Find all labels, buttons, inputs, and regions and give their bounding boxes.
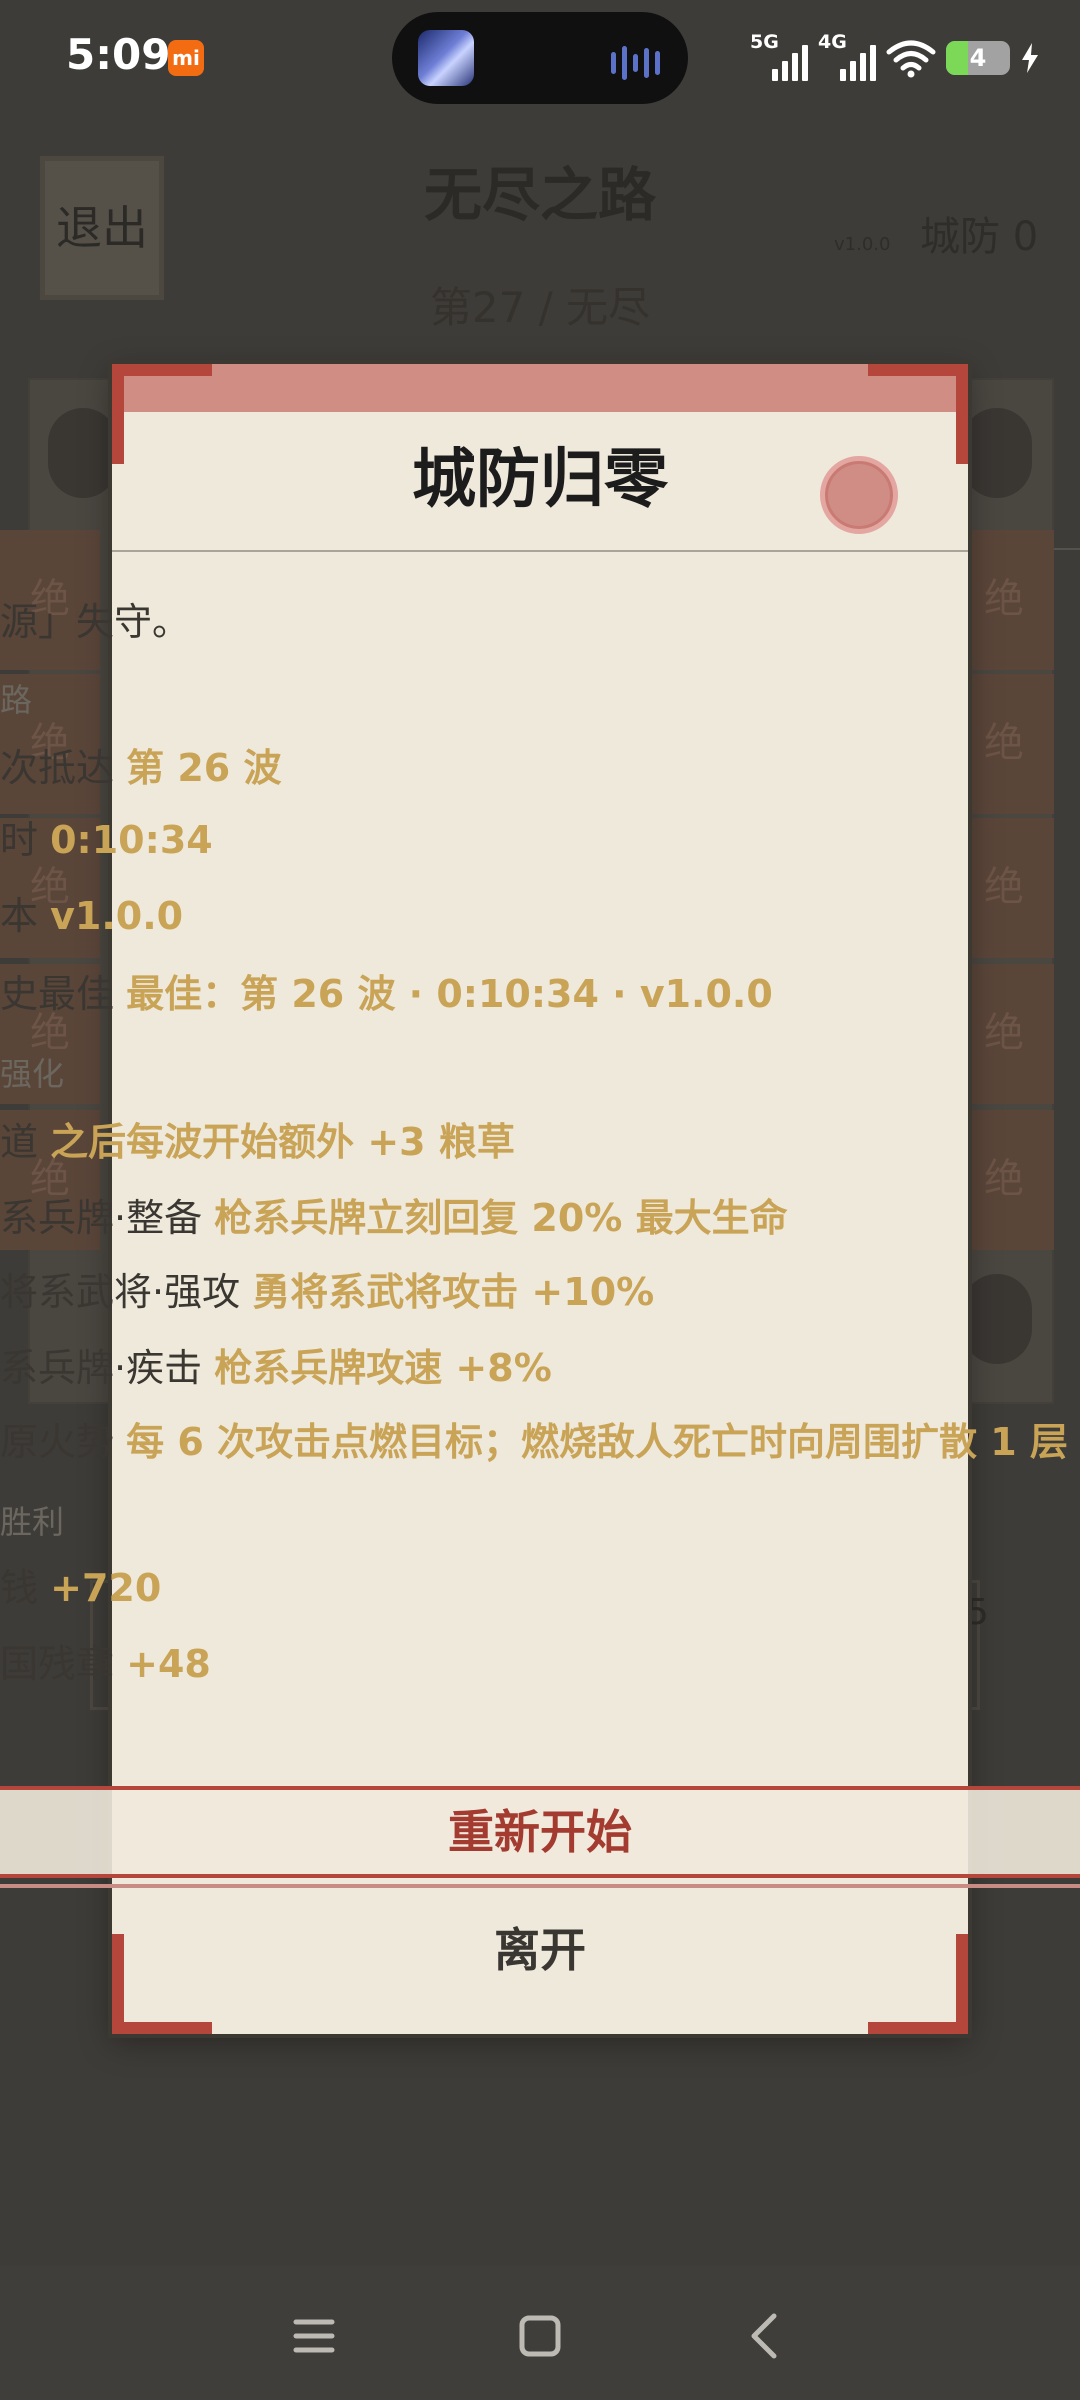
section-rewards: 胜利 [0,1503,65,1541]
lane-tile: 绝 [954,674,1054,814]
wifi-icon [886,40,936,78]
board-corner [962,1274,1032,1364]
frame-corner [112,364,124,464]
charging-bolt-icon [1022,43,1038,73]
home-icon[interactable] [500,2296,580,2376]
lane-tile: 绝 [954,530,1054,670]
exit-button: 退出 [40,156,164,300]
dynamic-island[interactable] [392,12,688,104]
header-divider [112,550,968,552]
navigation-bar [0,2266,1080,2400]
restart-bar: 重新开始 [0,1786,1080,1888]
game-album-art [418,30,474,86]
board-corner [962,408,1032,498]
stat-row: 史最佳 最佳：第 26 波 · 0:10:34 · v1.0.0 [0,972,773,1016]
restart-button[interactable]: 重新开始 [0,1786,1080,1878]
result-message: 源」失守。 [0,600,191,644]
upgrade-row: 将系武将·强攻 勇将系武将攻击 +10% [0,1270,655,1314]
back-icon[interactable] [726,2296,806,2376]
stat-row: 本 v1.0.0 [0,894,184,938]
upgrade-row: 系兵牌·整备 枪系兵牌立刻回复 20% 最大生命 [0,1196,788,1240]
frame-corner [112,2022,212,2034]
header-band [112,364,968,412]
stat-row: 时 0:10:34 [0,818,213,862]
mi-notification-icon: mi [168,40,204,76]
audio-wave-icon [611,46,660,80]
leave-button[interactable]: 离开 [112,1900,968,2000]
upgrade-row: 道 之后每波开始额外 +3 粮草 [0,1120,515,1164]
signal-4g-icon: 4G [818,31,876,81]
upgrade-row: 系兵牌·疾击 枪系兵牌攻速 +8% [0,1346,552,1390]
frame-corner [868,2022,968,2034]
battery-icon: 4 [946,41,1010,75]
menu-icon[interactable] [274,2296,354,2376]
lane-tile: 绝 [954,818,1054,958]
clock: 5:09 [66,30,171,79]
battery-level: 4 [969,44,987,72]
status-bar: 5:09 mi 5G 4G 4 [0,0,1080,118]
game-version: v1.0.0 [834,234,891,255]
frame-corner [112,364,212,376]
lane-tile: 绝 [954,964,1054,1104]
upgrade-row: 原火势 每 6 次攻击点燃目标；燃烧敌人死亡时向周围扩散 1 层 [0,1420,1068,1464]
dialog-header: 城防归零 [112,364,968,552]
game-title: 无尽之路 [423,161,656,229]
stat-row: 次抵达 第 26 波 [0,746,282,790]
reward-row: 钱 +720 [0,1566,162,1610]
frame-corner [956,364,968,464]
section-upgrades: 强化 [0,1055,65,1093]
close-button[interactable] [820,456,898,534]
frame-corner [868,364,968,376]
lane-tile: 绝 [954,1110,1054,1250]
side-number: 5 [966,1592,989,1633]
defense-counter: 城防 0 [920,214,1039,260]
wave-indicator: 第27 / 无尽 [429,283,651,332]
section-route: 路 [0,681,33,719]
reward-row: 国残章 +48 [0,1642,211,1686]
signal-5g-icon: 5G [750,31,808,81]
board-corner [48,408,118,498]
